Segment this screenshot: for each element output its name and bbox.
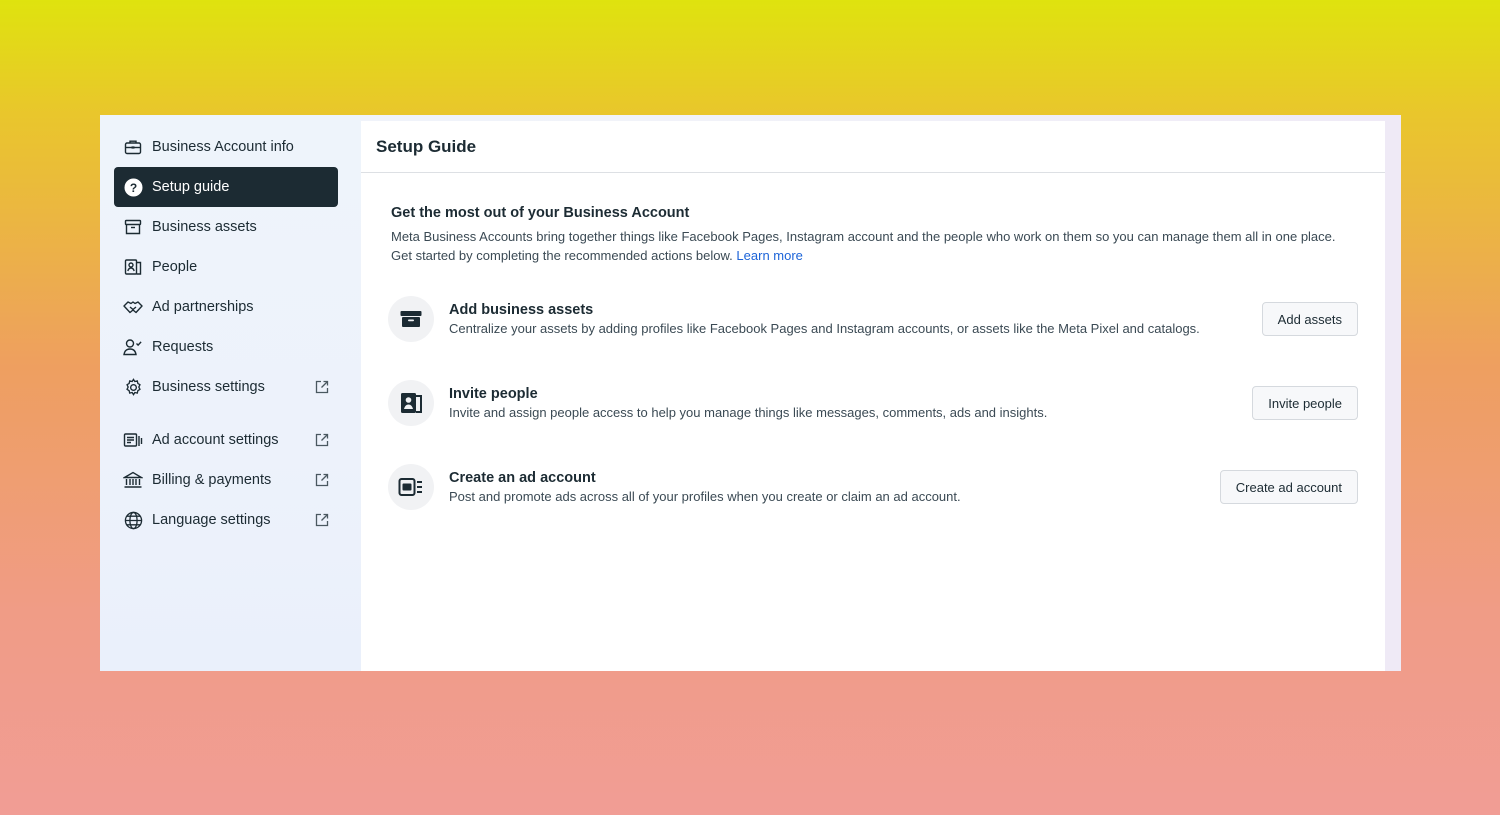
sidebar-item-business-settings[interactable]: Business settings bbox=[114, 367, 338, 407]
bank-icon bbox=[123, 470, 143, 490]
id-badge-icon bbox=[123, 257, 143, 277]
sidebar-item-ad-account-settings[interactable]: Ad account settings bbox=[114, 420, 338, 460]
task-title: Invite people bbox=[449, 386, 538, 402]
ad-account-icon bbox=[388, 464, 434, 510]
sidebar-item-label: Business assets bbox=[152, 219, 257, 235]
sidebar-divider bbox=[100, 407, 361, 420]
sidebar-item-label: People bbox=[152, 259, 198, 275]
id-badge-icon bbox=[388, 380, 434, 426]
business-settings-window: Business Account info ? Setup guide Busi… bbox=[100, 115, 1401, 671]
svg-text:?: ? bbox=[129, 181, 136, 195]
archive-box-icon bbox=[388, 296, 434, 342]
gear-icon bbox=[123, 377, 143, 397]
sidebar-item-ad-partnerships[interactable]: Ad partnerships bbox=[114, 287, 338, 327]
task-create-ad-account: Create an ad account Post and promote ad… bbox=[388, 463, 1358, 511]
sidebar-item-requests[interactable]: Requests bbox=[114, 327, 338, 367]
create-ad-account-button[interactable]: Create ad account bbox=[1219, 470, 1358, 504]
external-link-icon bbox=[314, 379, 330, 395]
sidebar-item-label: Business Account info bbox=[152, 139, 294, 155]
external-link-icon bbox=[314, 512, 330, 528]
person-check-icon bbox=[123, 337, 143, 357]
sidebar-item-label: Requests bbox=[152, 339, 214, 355]
task-title: Create an ad account bbox=[449, 470, 596, 486]
sidebar-item-setup-guide[interactable]: ? Setup guide bbox=[114, 167, 338, 207]
sidebar: Business Account info ? Setup guide Busi… bbox=[100, 115, 361, 671]
sidebar-item-label: Language settings bbox=[152, 512, 271, 528]
task-add-business-assets: Add business assets Centralize your asse… bbox=[388, 295, 1358, 343]
sidebar-item-billing-payments[interactable]: Billing & payments bbox=[114, 460, 338, 500]
sidebar-item-business-assets[interactable]: Business assets bbox=[114, 207, 338, 247]
intro-description: Meta Business Accounts bring together th… bbox=[391, 227, 1351, 265]
sidebar-item-people[interactable]: People bbox=[114, 247, 338, 287]
handshake-icon bbox=[123, 297, 143, 317]
external-link-icon bbox=[314, 472, 330, 488]
sidebar-item-label: Billing & payments bbox=[152, 472, 272, 488]
external-link-icon bbox=[314, 432, 330, 448]
page-title: Setup Guide bbox=[376, 136, 477, 156]
sidebar-item-label: Ad account settings bbox=[152, 432, 279, 448]
main-header: Setup Guide bbox=[361, 121, 1385, 173]
globe-icon bbox=[123, 510, 143, 530]
task-text: Add business assets Centralize your asse… bbox=[449, 302, 1262, 336]
ad-account-icon bbox=[123, 430, 143, 450]
add-assets-button[interactable]: Add assets bbox=[1261, 302, 1358, 336]
task-description: Centralize your assets by adding profile… bbox=[449, 321, 1200, 336]
task-description: Post and promote ads across all of your … bbox=[449, 489, 961, 504]
sidebar-item-label: Ad partnerships bbox=[152, 299, 254, 315]
sidebar-item-business-account-info[interactable]: Business Account info bbox=[114, 127, 338, 167]
task-invite-people: Invite people Invite and assign people a… bbox=[388, 379, 1358, 427]
sidebar-item-label: Business settings bbox=[152, 379, 265, 395]
task-text: Create an ad account Post and promote ad… bbox=[449, 470, 1220, 504]
learn-more-link[interactable]: Learn more bbox=[736, 248, 802, 263]
intro-description-text: Meta Business Accounts bring together th… bbox=[391, 229, 1336, 263]
briefcase-icon bbox=[123, 137, 143, 157]
sidebar-item-label: Setup guide bbox=[152, 179, 230, 195]
intro-section: Get the most out of your Business Accoun… bbox=[391, 205, 1351, 265]
invite-people-button[interactable]: Invite people bbox=[1252, 386, 1358, 420]
sidebar-item-language-settings[interactable]: Language settings bbox=[114, 500, 338, 540]
main-panel: Setup Guide Get the most out of your Bus… bbox=[361, 121, 1385, 671]
archive-box-icon bbox=[123, 217, 143, 237]
task-text: Invite people Invite and assign people a… bbox=[449, 386, 1252, 420]
task-title: Add business assets bbox=[449, 302, 594, 318]
question-circle-icon: ? bbox=[123, 177, 143, 197]
task-description: Invite and assign people access to help … bbox=[449, 405, 1048, 420]
intro-title: Get the most out of your Business Accoun… bbox=[391, 205, 690, 221]
